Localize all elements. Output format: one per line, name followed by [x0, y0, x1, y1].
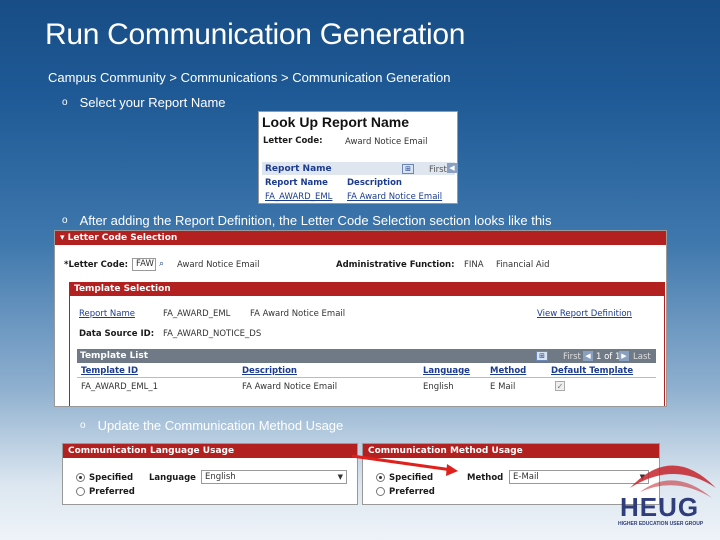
heug-logo-subtext: HIGHER EDUCATION USER GROUP [618, 521, 704, 527]
heug-logo: HEUG HIGHER EDUCATION USER GROUP [612, 448, 717, 538]
heug-logo-text: HEUG [620, 492, 700, 522]
slide: Run Communication Generation Campus Comm… [0, 0, 720, 540]
